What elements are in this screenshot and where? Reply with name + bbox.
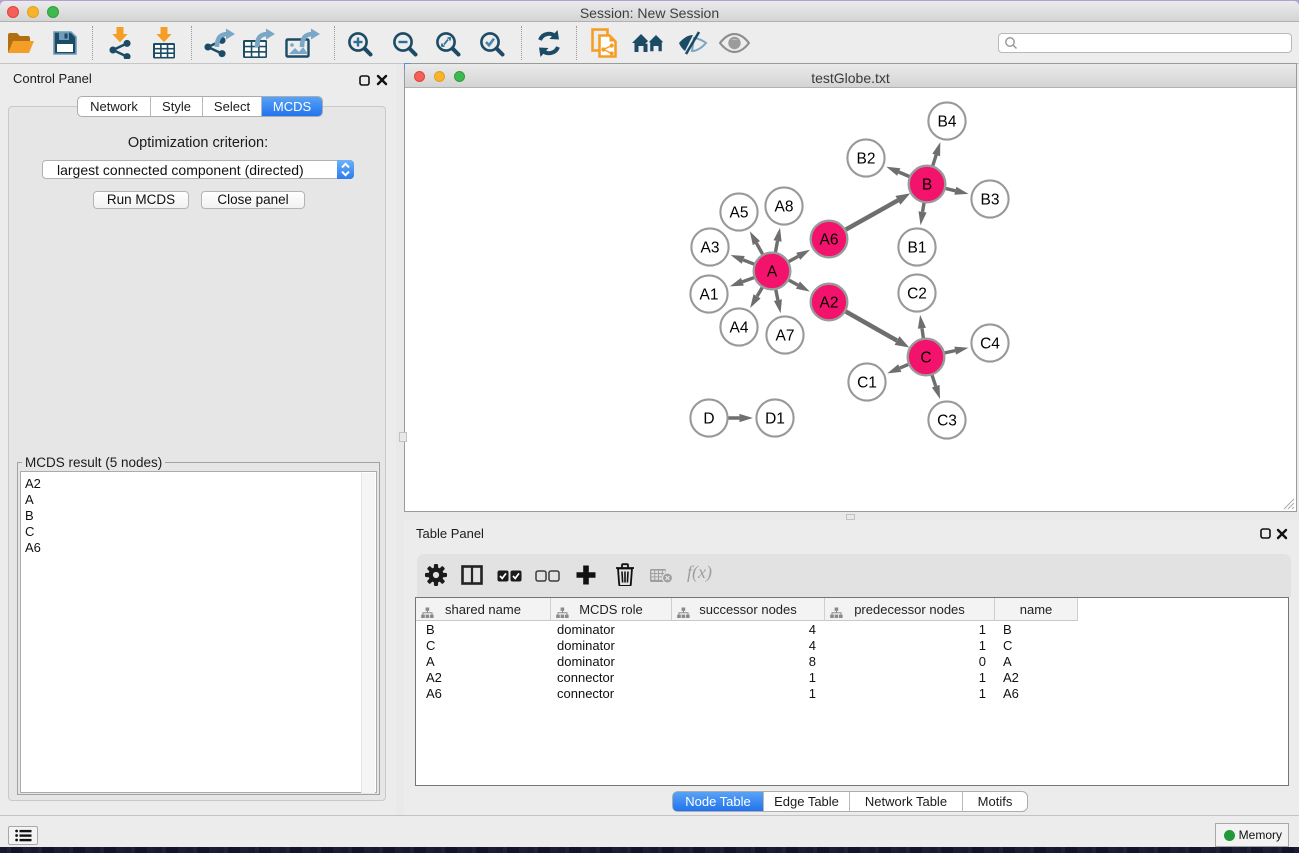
svg-text:C1: C1 bbox=[857, 375, 877, 392]
svg-text:D: D bbox=[703, 411, 714, 428]
svg-text:B1: B1 bbox=[908, 240, 927, 257]
svg-text:A2: A2 bbox=[820, 295, 839, 312]
svg-text:A1: A1 bbox=[700, 287, 719, 304]
svg-text:B4: B4 bbox=[938, 114, 957, 131]
svg-text:A8: A8 bbox=[775, 199, 794, 216]
svg-text:C4: C4 bbox=[980, 336, 1000, 353]
svg-text:B: B bbox=[922, 177, 932, 194]
svg-text:A6: A6 bbox=[820, 232, 839, 249]
svg-text:C: C bbox=[920, 350, 931, 367]
svg-text:A5: A5 bbox=[730, 205, 749, 222]
svg-text:A4: A4 bbox=[730, 320, 749, 337]
svg-text:B2: B2 bbox=[857, 151, 876, 168]
svg-text:A7: A7 bbox=[776, 328, 795, 345]
svg-text:A3: A3 bbox=[701, 240, 720, 257]
svg-text:D1: D1 bbox=[765, 411, 785, 428]
svg-text:B3: B3 bbox=[981, 192, 1000, 209]
svg-text:C2: C2 bbox=[907, 286, 927, 303]
svg-text:A: A bbox=[767, 264, 778, 281]
svg-text:C3: C3 bbox=[937, 413, 957, 430]
